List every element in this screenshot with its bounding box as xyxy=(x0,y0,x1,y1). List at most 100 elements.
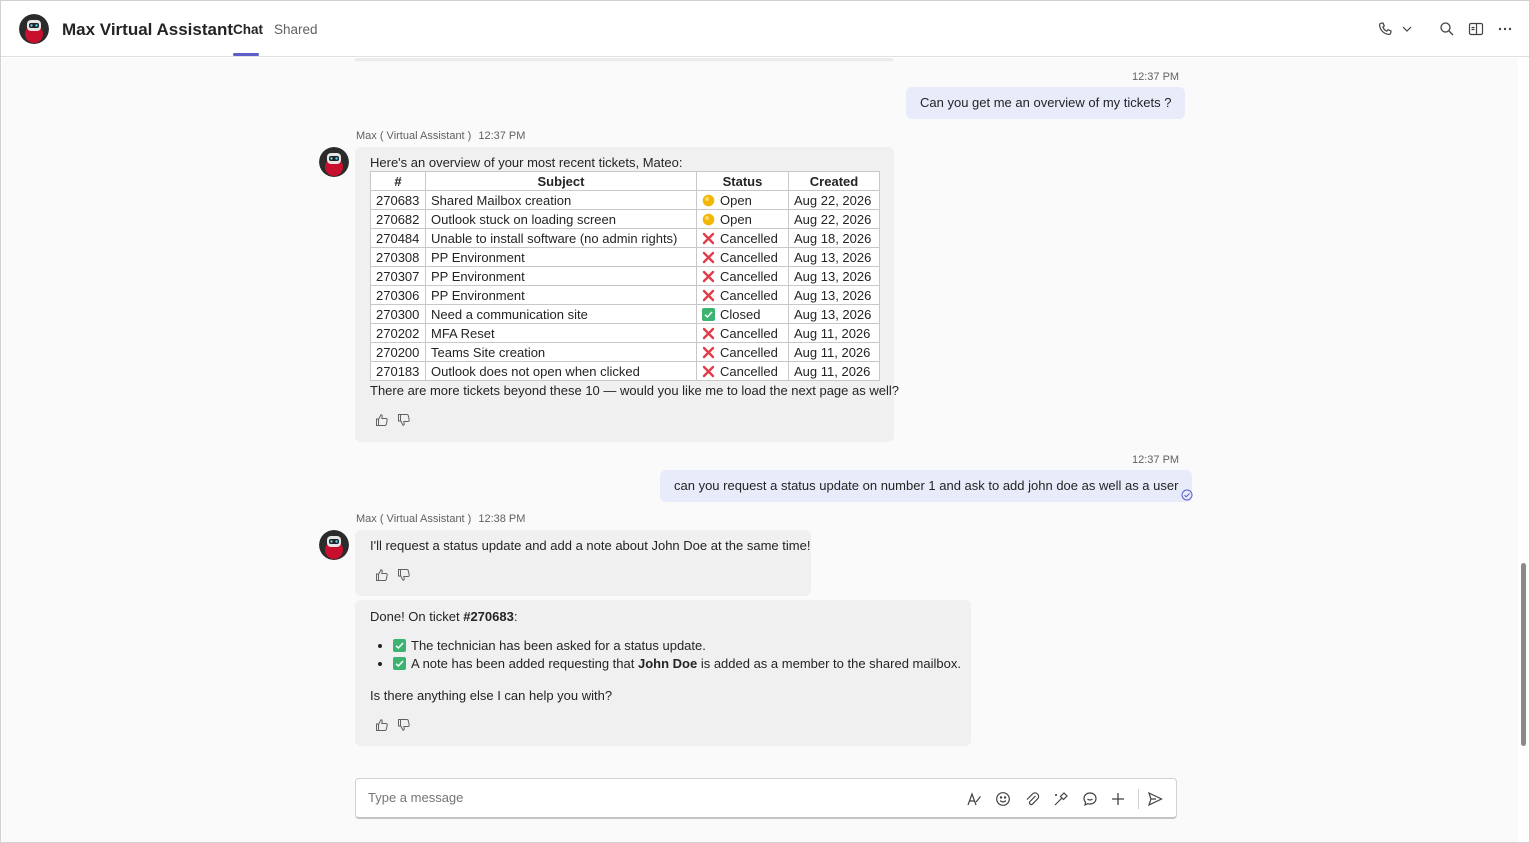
ticket-created: Aug 22, 2026 xyxy=(788,190,880,210)
thumbs-down-icon[interactable] xyxy=(397,413,411,427)
ticket-status: Closed xyxy=(720,306,761,322)
chat-header: Max Virtual Assistant Chat Shared xyxy=(1,1,1529,57)
closing-text: Is there anything else I can help you wi… xyxy=(370,688,613,703)
ticket-created: Aug 11, 2026 xyxy=(788,361,880,381)
ticket-created: Aug 13, 2026 xyxy=(788,266,880,286)
ticket-status-cell: Cancelled xyxy=(696,285,789,305)
table-row: 270484 Unable to install software (no adm… xyxy=(370,228,880,248)
ticket-status-cell: Open xyxy=(696,190,789,210)
bot-logo xyxy=(19,14,49,44)
popout-icon[interactable] xyxy=(1468,21,1484,37)
ticket-status-cell: Cancelled xyxy=(696,323,789,343)
more-icon[interactable] xyxy=(1497,21,1513,37)
loop-icon[interactable] xyxy=(1053,791,1069,807)
message-outro: There are more tickets beyond these 10 —… xyxy=(370,383,899,398)
bot-avatar[interactable] xyxy=(319,147,349,177)
open-dot-icon xyxy=(702,213,715,226)
message-intro: Here's an overview of your most recent t… xyxy=(370,155,683,170)
ticket-status: Cancelled xyxy=(720,249,778,265)
phone-icon[interactable] xyxy=(1377,21,1393,37)
send-icon[interactable] xyxy=(1147,791,1163,807)
bot-message-bubble: I'll request a status update and add a n… xyxy=(355,530,811,596)
done-list: The technician has been asked for a stat… xyxy=(393,637,961,673)
ticket-id: 270307 xyxy=(370,266,426,286)
ticket-created: Aug 13, 2026 xyxy=(788,247,880,267)
cross-icon xyxy=(702,289,715,302)
message-list[interactable]: 12:37 PM Can you get me an overview of m… xyxy=(2,58,1518,842)
copilot-icon[interactable] xyxy=(1082,791,1098,807)
ticket-number: #270683 xyxy=(463,609,514,624)
ticket-status-cell: Cancelled xyxy=(696,266,789,286)
table-row: 270306 PP Environment Cancelled Aug 13, 202… xyxy=(370,285,880,305)
thumbs-down-icon[interactable] xyxy=(397,718,411,732)
thumbs-up-icon[interactable] xyxy=(375,413,389,427)
composer-divider xyxy=(1138,789,1139,809)
tab-shared[interactable]: Shared xyxy=(274,22,318,37)
done-line: Done! On ticket #270683: xyxy=(370,609,517,624)
ticket-subject: Unable to install software (no admin rig… xyxy=(425,228,697,248)
bot-sender-line: Max ( Virtual Assistant ) 12:37 PM xyxy=(356,130,525,142)
ticket-created: Aug 13, 2026 xyxy=(788,285,880,305)
ticket-id: 270484 xyxy=(370,228,426,248)
ticket-created: Aug 13, 2026 xyxy=(788,304,880,324)
message-timestamp: 12:37 PM xyxy=(1132,71,1180,83)
bot-avatar[interactable] xyxy=(319,530,349,560)
sender-name: Max ( Virtual Assistant ) xyxy=(356,513,472,525)
read-receipt-icon xyxy=(1181,489,1193,501)
bot-message-bubble: Here's an overview of your most recent t… xyxy=(355,147,899,442)
message-timestamp: 12:38 PM xyxy=(478,513,526,525)
chat-scrollbar[interactable] xyxy=(1519,58,1529,842)
table-row: 270202 MFA Reset Cancelled Aug 11, 2026 xyxy=(370,323,880,343)
add-icon[interactable] xyxy=(1110,791,1126,807)
ticket-status: Cancelled xyxy=(720,325,778,341)
list-item: A note has been added requesting that Jo… xyxy=(393,655,961,673)
checkmark-icon xyxy=(393,639,406,652)
tickets-table: # Subject Status Created 270683 Shared Ma… xyxy=(370,171,880,381)
table-row: 270682 Outlook stuck on loading screen Ope… xyxy=(370,209,880,229)
thumbs-down-icon[interactable] xyxy=(397,568,411,582)
column-header-status: Status xyxy=(696,171,789,191)
ticket-status: Cancelled xyxy=(720,344,778,360)
ticket-status-cell: Cancelled xyxy=(696,247,789,267)
column-header-number: # xyxy=(370,171,426,191)
message-timestamp: 12:37 PM xyxy=(1132,454,1180,466)
ticket-status: Open xyxy=(720,192,752,208)
table-row: 270308 PP Environment Cancelled Aug 13, 202… xyxy=(370,247,880,267)
tab-chat[interactable]: Chat xyxy=(233,22,263,37)
search-icon[interactable] xyxy=(1439,21,1455,37)
thumbs-up-icon[interactable] xyxy=(375,568,389,582)
attach-icon[interactable] xyxy=(1024,791,1040,807)
thumbs-up-icon[interactable] xyxy=(375,718,389,732)
chevron-down-icon[interactable] xyxy=(1401,21,1413,37)
ticket-subject: PP Environment xyxy=(425,266,697,286)
ticket-id: 270300 xyxy=(370,304,426,324)
ticket-id: 270202 xyxy=(370,323,426,343)
ticket-subject: PP Environment xyxy=(425,285,697,305)
ticket-id: 270682 xyxy=(370,209,426,229)
format-icon[interactable] xyxy=(966,791,982,807)
table-row: 270300 Need a communication site Closed Aug… xyxy=(370,304,880,324)
my-message-bubble[interactable]: can you request a status update on numbe… xyxy=(660,470,1193,502)
cross-icon xyxy=(702,232,715,245)
bot-sender-line: Max ( Virtual Assistant ) 12:38 PM xyxy=(356,513,525,525)
column-header-created: Created xyxy=(788,171,880,191)
cross-icon xyxy=(702,327,715,340)
open-dot-icon xyxy=(702,194,715,207)
check-icon xyxy=(702,307,715,321)
table-row: 270683 Shared Mailbox creation Open Aug 22,… xyxy=(370,190,880,210)
ticket-status-cell: Cancelled xyxy=(696,361,789,381)
message-input[interactable] xyxy=(368,790,928,805)
ticket-status-cell: Open xyxy=(696,209,789,229)
ticket-subject: Shared Mailbox creation xyxy=(425,190,697,210)
ticket-status: Cancelled xyxy=(720,287,778,303)
ticket-id: 270683 xyxy=(370,190,426,210)
ticket-id: 270183 xyxy=(370,361,426,381)
ticket-subject: Teams Site creation xyxy=(425,342,697,362)
list-item-text: A note has been added requesting that xyxy=(411,656,638,671)
list-item: The technician has been asked for a stat… xyxy=(393,637,961,655)
my-message-bubble[interactable]: Can you get me an overview of my tickets… xyxy=(906,87,1186,119)
ticket-status-cell: Closed xyxy=(696,304,789,324)
scrollbar-thumb[interactable] xyxy=(1521,563,1526,746)
emoji-icon[interactable] xyxy=(995,791,1011,807)
ticket-status: Cancelled xyxy=(720,230,778,246)
